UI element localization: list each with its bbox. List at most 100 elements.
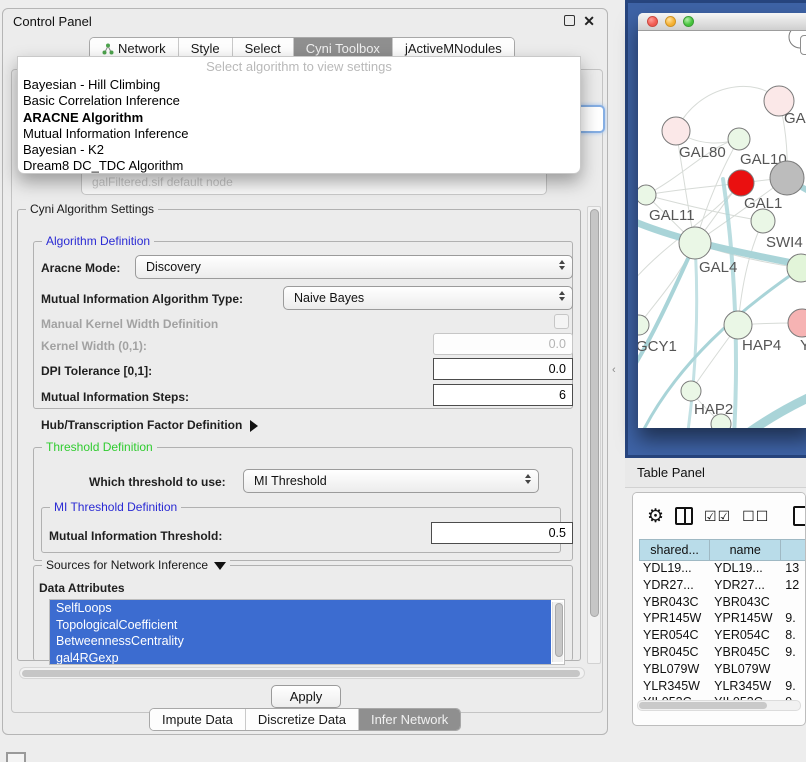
aracne-mode-value: Discovery: [146, 260, 201, 274]
apply-button-label: Apply: [290, 689, 323, 704]
mi-algorithm-type-select[interactable]: Naive Bayes: [283, 286, 573, 310]
network-node-GAL4[interactable]: [679, 227, 711, 259]
mi-type-value: Naive Bayes: [294, 291, 364, 305]
data-attributes-list[interactable]: SelfLoopsTopologicalCoefficientBetweenne…: [49, 599, 565, 665]
table-panel-window: ⚙ ☑☑ ☐☐ shared...name YDL19...YDL19...13…: [632, 492, 806, 726]
settings-horizontal-scrollbar[interactable]: [19, 667, 585, 679]
network-node-GAL10[interactable]: [728, 128, 750, 150]
network-node-label: GAL11: [649, 207, 695, 224]
table-row[interactable]: YLR345WYLR345W9.: [639, 679, 806, 696]
minimize-traffic-light-icon[interactable]: [665, 16, 676, 27]
algorithm-option[interactable]: Bayesian - K2: [18, 141, 580, 157]
algorithm-option[interactable]: Dream8 DC_TDC Algorithm: [18, 157, 580, 173]
close-traffic-light-icon[interactable]: [647, 16, 658, 27]
table-header-cell[interactable]: name: [710, 539, 781, 561]
stepper-arrows-icon: [559, 291, 565, 301]
network-window-titlebar[interactable]: [638, 13, 806, 31]
attributes-scroll-thumb[interactable]: [555, 603, 563, 657]
attribute-option[interactable]: gal4RGexp: [50, 650, 551, 666]
tab-infer-network[interactable]: Infer Network: [359, 709, 460, 730]
table-cell: YER054C: [710, 628, 781, 645]
panel-divider-handle[interactable]: ‹: [612, 364, 616, 376]
kernel-width-label: Kernel Width (0,1):: [41, 339, 147, 353]
attributes-scrollbar[interactable]: [552, 602, 563, 662]
hub-section-label: Hub/Transcription Factor Definition: [41, 418, 242, 432]
table-cell: YDL19...: [710, 561, 781, 578]
mi-steps-input[interactable]: 6: [433, 384, 573, 406]
network-node-GCY1[interactable]: [638, 315, 649, 335]
network-node-label: GAL80: [679, 144, 726, 161]
table-row[interactable]: YPR145WYPR145W9.: [639, 611, 806, 628]
node-table[interactable]: shared...name YDL19...YDL19...13YDR27...…: [639, 539, 806, 697]
mi-type-label: Mutual Information Algorithm Type:: [41, 292, 243, 306]
attribute-option[interactable]: BetweennessCentrality: [50, 633, 551, 650]
table-cell: 9.: [781, 611, 806, 628]
tab-impute-data[interactable]: Impute Data: [150, 709, 246, 730]
table-row[interactable]: YBL079WYBL079W: [639, 662, 806, 679]
algorithm-popup-placeholder: Select algorithm to view settings: [18, 59, 580, 76]
network-canvas[interactable]: GAL7GAL80GAL10GAL1GAL11GAL4SWI4GCY1HAP4Y…: [638, 31, 806, 428]
application-root: Control Panel ✕ NetworkStyleSelectCyni T…: [0, 0, 806, 762]
dpi-tolerance-input[interactable]: 0.0: [433, 358, 573, 380]
table-cell: YBR043C: [710, 595, 781, 612]
sources-legend-text: Sources for Network Inference: [46, 558, 208, 572]
table-row[interactable]: YDR27...YDR27...12: [639, 578, 806, 595]
select-columns-icon[interactable]: ☑☑: [704, 508, 731, 525]
network-node-GAL80[interactable]: [662, 117, 690, 145]
algorithm-option[interactable]: Basic Correlation Inference: [18, 92, 580, 108]
table-cell: YDR27...: [710, 578, 781, 595]
deselect-columns-icon[interactable]: ☐☐: [742, 508, 769, 525]
table-data-combo-value: galFiltered.sif default node: [92, 175, 233, 189]
attribute-option[interactable]: SelfLoops: [50, 600, 551, 617]
network-node-GAL1[interactable]: [751, 209, 775, 233]
algorithm-option[interactable]: Bayesian - Hill Climbing: [18, 76, 580, 92]
network-node-GAL11[interactable]: [638, 185, 656, 205]
network-node[interactable]: [770, 161, 804, 195]
tab-discretize-data[interactable]: Discretize Data: [246, 709, 359, 730]
network-node-HAP2[interactable]: [681, 381, 701, 401]
table-row[interactable]: YBR045CYBR045C9.: [639, 645, 806, 662]
network-icon: [102, 43, 114, 55]
network-node-label: SWI4: [766, 234, 803, 251]
table-hscroll-thumb[interactable]: [639, 702, 767, 709]
close-panel-icon[interactable]: ✕: [583, 15, 595, 27]
table-row[interactable]: YBR043CYBR043C: [639, 595, 806, 612]
network-node-HAP4[interactable]: [724, 311, 752, 339]
aracne-mode-label: Aracne Mode:: [41, 261, 120, 275]
control-panel-window: Control Panel ✕ NetworkStyleSelectCyni T…: [2, 8, 608, 735]
table-cell: YBR045C: [710, 645, 781, 662]
mi-threshold-legend: MI Threshold Definition: [50, 500, 181, 514]
mi-threshold-input[interactable]: 0.5: [431, 522, 573, 544]
network-node-SWI4[interactable]: [787, 254, 806, 282]
settings-hscroll-thumb[interactable]: [22, 670, 580, 677]
table-header-cell[interactable]: shared...: [639, 539, 710, 561]
algorithm-option-list: Bayesian - Hill ClimbingBasic Correlatio…: [18, 76, 580, 174]
gear-icon[interactable]: ⚙: [647, 507, 664, 526]
table-function-icon[interactable]: [793, 506, 806, 526]
table-row[interactable]: YER054CYER054C8.: [639, 628, 806, 645]
minimized-panel-icon[interactable]: [6, 752, 26, 762]
table-row[interactable]: YDL19...YDL19...13: [639, 561, 806, 578]
table-cell: YBL079W: [710, 662, 781, 679]
network-node-label: GAL1: [744, 195, 782, 212]
float-panel-icon[interactable]: [564, 15, 575, 26]
apply-button[interactable]: Apply: [271, 685, 341, 708]
sources-legend[interactable]: Sources for Network Inference: [42, 558, 230, 572]
network-node[interactable]: [728, 170, 754, 196]
hub-section-toggle[interactable]: Hub/Transcription Factor Definition: [41, 418, 258, 432]
settings-vscroll-thumb[interactable]: [590, 209, 599, 617]
algorithm-option[interactable]: ARACNE Algorithm: [18, 109, 580, 125]
columns-icon[interactable]: [675, 507, 693, 525]
zoom-traffic-light-icon[interactable]: [683, 16, 694, 27]
table-header-cell[interactable]: [781, 539, 806, 561]
which-threshold-select[interactable]: MI Threshold: [243, 469, 539, 493]
table-cell: YLR345W: [639, 679, 710, 696]
data-attributes-label: Data Attributes: [39, 581, 125, 595]
attribute-option[interactable]: TopologicalCoefficient: [50, 617, 551, 634]
aracne-mode-select[interactable]: Discovery: [135, 255, 573, 279]
settings-vertical-scrollbar[interactable]: [587, 206, 601, 664]
manual-kernel-checkbox[interactable]: [554, 314, 569, 329]
network-node-Y[interactable]: [788, 309, 806, 337]
algorithm-option[interactable]: Mutual Information Inference: [18, 125, 580, 141]
table-horizontal-scrollbar[interactable]: [637, 700, 801, 711]
